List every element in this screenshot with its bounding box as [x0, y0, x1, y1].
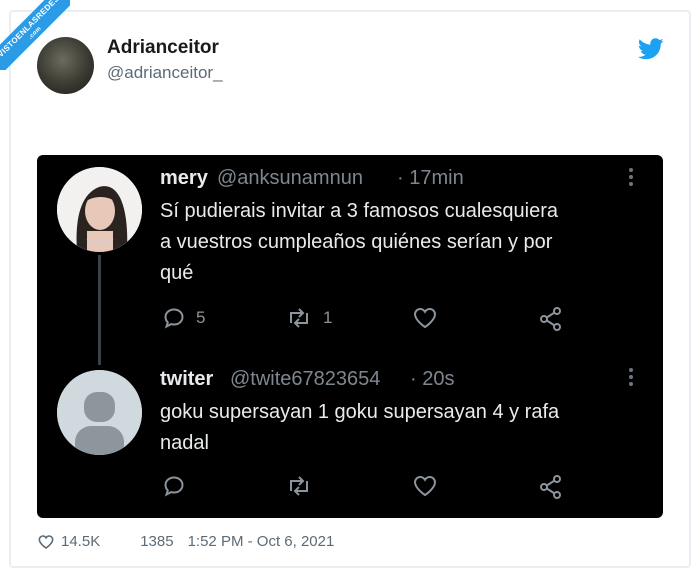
- tweet2-name[interactable]: twiter: [160, 368, 213, 391]
- footer-like-count: 14.5K: [61, 533, 101, 550]
- retweet-icon: [290, 308, 308, 328]
- tweet2-share-button[interactable]: [538, 474, 564, 500]
- tweet1-text-line: Sí pudierais invitar a 3 famosos cualesq…: [160, 200, 558, 222]
- footer-timestamp[interactable]: 1:52 PM - Oct 6, 2021: [188, 533, 335, 550]
- tweet1-text: Sí pudierais invitar a 3 famosos cualesq…: [160, 196, 558, 289]
- tweet2-more-icon[interactable]: [628, 368, 634, 388]
- tweet2-text-line: nadal: [160, 432, 209, 454]
- share-icon: [540, 307, 561, 331]
- tweet1-retweet-count: 1: [323, 308, 333, 327]
- author-avatar[interactable]: [37, 37, 94, 94]
- footer-retweet-count[interactable]: 1385: [140, 533, 173, 550]
- twiter-avatar[interactable]: [57, 370, 142, 455]
- heart-icon: [38, 534, 54, 549]
- thread-connector-line: [98, 255, 101, 365]
- tweet1-time: · 17min: [397, 167, 464, 189]
- tweet2-text: goku supersayan 1 goku supersayan 4 y ra…: [160, 397, 559, 459]
- mery-avatar[interactable]: [57, 167, 142, 252]
- default-profile-icon: [57, 370, 142, 455]
- tweet2-text-line: goku supersayan 1 goku supersayan 4 y ra…: [160, 401, 560, 423]
- tweet2-like-button[interactable]: [412, 474, 438, 498]
- tweet1-like-button[interactable]: [412, 306, 438, 330]
- tweet2-handle[interactable]: @twite67823654: [230, 368, 380, 391]
- tweet1-retweet-button[interactable]: 1: [285, 306, 332, 330]
- tweet-footer: 14.5K 1385 1:52 PM - Oct 6, 2021: [37, 533, 334, 550]
- heart-icon: [413, 475, 437, 497]
- tweet2-reply-button[interactable]: [162, 474, 186, 498]
- tweet1-text-line: qué: [160, 262, 194, 284]
- footer-like-button[interactable]: 14.5K: [37, 533, 100, 550]
- tweet2-time: · 20s: [410, 368, 455, 390]
- tweet1-reply-button[interactable]: 5: [162, 306, 205, 330]
- reply-icon: [164, 308, 184, 329]
- tweet1-reply-count: 5: [196, 308, 206, 327]
- author-handle[interactable]: @adrianceitor_: [107, 63, 223, 83]
- tweet1-more-icon[interactable]: [628, 168, 634, 188]
- tweet2-retweet-button[interactable]: [285, 474, 313, 498]
- tweet1-share-button[interactable]: [538, 306, 564, 332]
- heart-icon: [413, 307, 437, 329]
- tweet1-name[interactable]: mery: [160, 167, 208, 190]
- author-name[interactable]: Adrianceitor: [107, 37, 219, 59]
- retweet-icon: [290, 476, 308, 496]
- tweet1-handle[interactable]: @anksunamnun: [217, 167, 363, 190]
- share-icon: [540, 475, 561, 499]
- mery-avatar-image: [57, 167, 142, 252]
- tweet1-text-line: a vuestros cumpleaños quiénes serían y p…: [160, 231, 553, 253]
- reply-icon: [164, 476, 184, 497]
- twitter-bird-icon[interactable]: [638, 38, 664, 60]
